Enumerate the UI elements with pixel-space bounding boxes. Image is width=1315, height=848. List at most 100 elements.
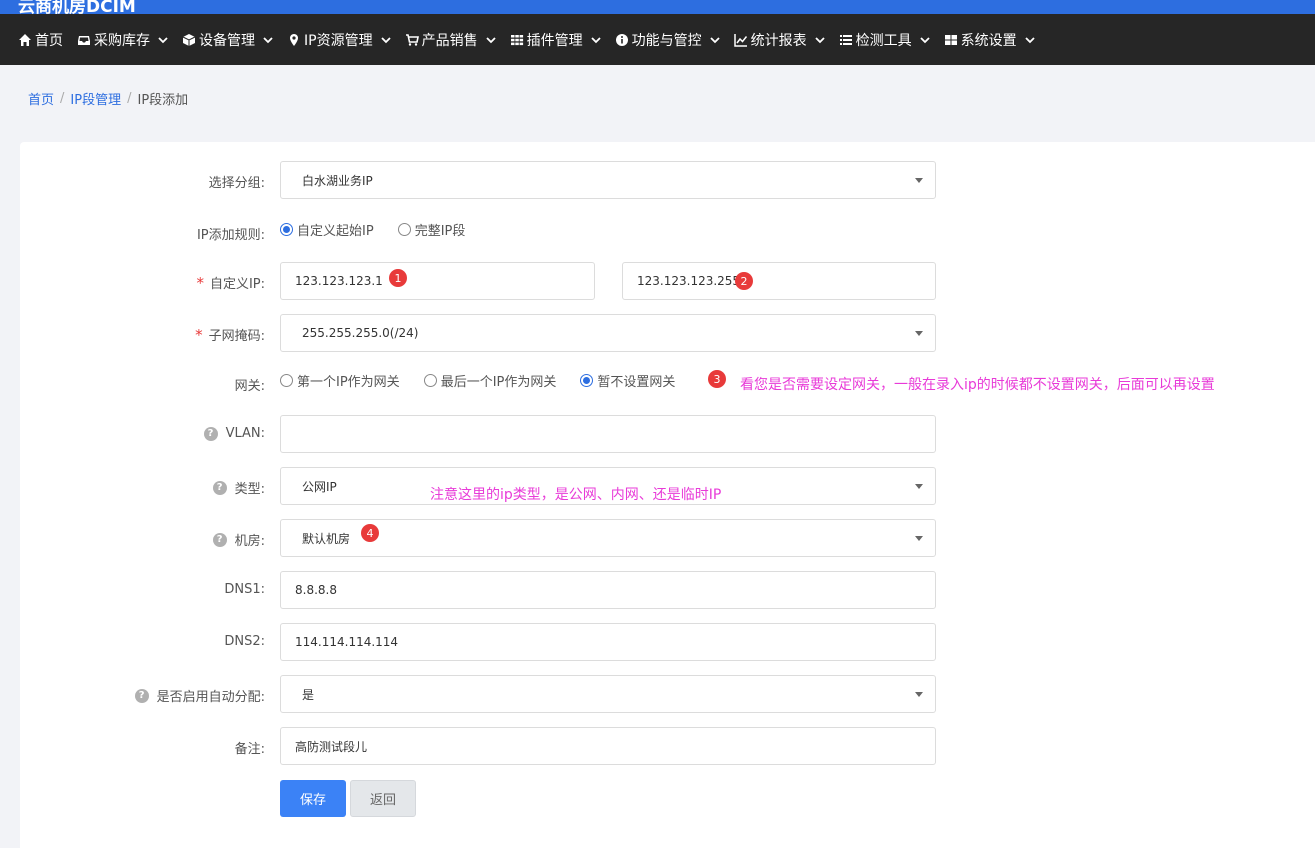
- caret-down-icon: [915, 331, 923, 336]
- group-select-value: 白水湖业务IP: [302, 173, 373, 188]
- nav-item-label: 系统设置: [960, 32, 1017, 49]
- chevron-down-icon: [814, 36, 825, 43]
- breadcrumb-current: IP段添加: [137, 93, 189, 108]
- type-label: ? 类型:: [212, 478, 265, 497]
- form-row-mask: * 子网掩码: 255.255.255.0(/24): [20, 314, 1315, 352]
- brand-title: 云商机房DCIM: [18, 0, 136, 14]
- annotation-badge-4: 4: [361, 524, 379, 542]
- breadcrumb-home-link[interactable]: 首页: [28, 89, 54, 108]
- room-label: ? 机房:: [212, 530, 265, 549]
- save-button[interactable]: 保存: [280, 780, 346, 817]
- windows-icon: [944, 34, 957, 45]
- form-row-dns1: DNS1: 8.8.8.8: [20, 571, 1315, 609]
- type-annotation-note: 注意这里的ip类型，是公网、内网、还是临时IP: [430, 487, 722, 503]
- remark-input[interactable]: 高防测试段儿: [280, 727, 936, 765]
- ip-segment-form-card: 选择分组: 白水湖业务IP IP添加规则: 自定义起始IP 完整IP段 * 自定义…: [20, 142, 1315, 848]
- form-row-rule: IP添加规则: 自定义起始IP 完整IP段: [20, 215, 1315, 253]
- start-ip-input[interactable]: 123.123.123.1: [280, 262, 595, 300]
- radio-unchecked-icon: [280, 374, 293, 387]
- nav-item-label: 功能与管控: [631, 32, 702, 49]
- breadcrumb-separator: /: [127, 91, 132, 106]
- nav-item-product-sales[interactable]: 产品销售: [405, 30, 496, 50]
- required-mark: *: [195, 325, 203, 344]
- nav-item-label: 检测工具: [855, 32, 912, 49]
- annotation-badge-1: 1: [389, 269, 407, 287]
- help-icon[interactable]: ?: [212, 532, 227, 547]
- main-navbar: 首页 采购库存 设备管理 IP资源管理 产品销售 插件管理 功能与管控 统计报表…: [0, 14, 1315, 65]
- chevron-down-icon: [485, 36, 496, 43]
- nav-item-label: 采购库存: [94, 32, 150, 49]
- breadcrumb-separator: /: [60, 91, 65, 106]
- form-row-type: ? 类型: 公网IP 注意这里的ip类型，是公网、内网、还是临时IP: [20, 467, 1315, 505]
- nav-item-label: IP资源管理: [304, 32, 373, 49]
- nav-item-label: 设备管理: [199, 32, 255, 49]
- auto-allocate-select[interactable]: 是: [280, 675, 936, 713]
- annotation-badge-3: 3: [708, 370, 726, 388]
- form-row-room: ? 机房: 默认机房 4: [20, 519, 1315, 557]
- form-row-group: 选择分组: 白水湖业务IP: [20, 161, 1315, 199]
- group-select[interactable]: 白水湖业务IP: [280, 161, 936, 199]
- rule-label: IP添加规则:: [196, 228, 265, 243]
- nav-item-purchase[interactable]: 采购库存: [77, 30, 168, 50]
- map-marker-icon: [290, 33, 298, 46]
- nav-item-home[interactable]: 首页: [18, 30, 63, 50]
- nav-item-plugins[interactable]: 插件管理: [510, 30, 601, 50]
- mask-select[interactable]: 255.255.255.0(/24): [280, 314, 936, 352]
- breadcrumb: 首页 / IP段管理 / IP段添加: [28, 89, 188, 108]
- help-icon[interactable]: ?: [212, 480, 227, 495]
- chevron-down-icon: [380, 36, 391, 43]
- auto-allocate-label: ? 是否启用自动分配:: [134, 686, 265, 705]
- list-icon: [839, 34, 852, 45]
- top-brand-bar: 云商机房DCIM: [0, 0, 1315, 14]
- rule-radio-full-segment[interactable]: 完整IP段: [397, 220, 465, 239]
- grid-icon: [510, 34, 523, 45]
- breadcrumb-ip-segment-link[interactable]: IP段管理: [70, 89, 121, 108]
- help-icon[interactable]: ?: [134, 688, 149, 703]
- vlan-label: ? VLAN:: [203, 426, 265, 441]
- caret-down-icon: [915, 536, 923, 541]
- dns1-label: DNS1:: [224, 582, 265, 597]
- end-ip-input[interactable]: 123.123.123.255: [622, 262, 936, 300]
- cube-icon: [182, 33, 196, 46]
- dns2-input[interactable]: 114.114.114.114: [280, 623, 936, 661]
- gateway-annotation-note: 看您是否需要设定网关，一般在录入ip的时候都不设置网关，后面可以再设置: [740, 377, 1215, 393]
- dns1-input[interactable]: 8.8.8.8: [280, 571, 936, 609]
- nav-item-label: 插件管理: [526, 32, 583, 49]
- info-icon: [615, 33, 628, 46]
- annotation-badge-2: 2: [735, 272, 753, 290]
- nav-item-label: 产品销售: [421, 32, 478, 49]
- radio-checked-icon: [280, 223, 293, 236]
- nav-item-functions[interactable]: 功能与管控: [615, 30, 720, 50]
- gateway-radio-last-ip[interactable]: 最后一个IP作为网关: [423, 371, 556, 390]
- gateway-radio-first-ip[interactable]: 第一个IP作为网关: [280, 371, 400, 390]
- nav-item-device[interactable]: 设备管理: [182, 30, 273, 50]
- chevron-down-icon: [263, 36, 273, 43]
- caret-down-icon: [915, 484, 923, 489]
- gateway-radio-none[interactable]: 暂不设置网关: [580, 371, 675, 390]
- form-row-gateway: 网关: 第一个IP作为网关 最后一个IP作为网关 暂不设置网关 3 看您是否需要…: [20, 366, 1315, 404]
- help-icon[interactable]: ?: [203, 426, 218, 441]
- form-row-vlan: ? VLAN:: [20, 415, 1315, 453]
- back-button[interactable]: 返回: [350, 780, 416, 817]
- radio-unchecked-icon: [423, 374, 437, 387]
- cart-icon: [405, 33, 419, 46]
- dns2-label: DNS2:: [224, 634, 265, 649]
- rule-radio-custom-start[interactable]: 自定义起始IP: [280, 220, 374, 239]
- nav-item-detect-tools[interactable]: 检测工具: [839, 30, 930, 50]
- form-row-dns2: DNS2: 114.114.114.114: [20, 623, 1315, 661]
- nav-item-label: 首页: [35, 32, 63, 49]
- mask-label: * 子网掩码:: [195, 325, 265, 345]
- chevron-down-icon: [590, 36, 601, 43]
- required-mark: *: [196, 273, 204, 292]
- caret-down-icon: [915, 178, 923, 183]
- nav-item-reports[interactable]: 统计报表: [733, 30, 825, 50]
- room-select[interactable]: 默认机房: [280, 519, 936, 557]
- remark-label: 备注:: [234, 742, 265, 757]
- nav-item-system-settings[interactable]: 系统设置: [944, 30, 1035, 50]
- rule-radio-group: 自定义起始IP 完整IP段: [280, 220, 489, 239]
- vlan-input[interactable]: [280, 415, 936, 453]
- chevron-down-icon: [158, 36, 168, 43]
- gateway-radio-group: 第一个IP作为网关 最后一个IP作为网关 暂不设置网关: [280, 371, 699, 390]
- nav-item-ip-resource[interactable]: IP资源管理: [287, 30, 391, 50]
- nav-item-label: 统计报表: [750, 32, 807, 49]
